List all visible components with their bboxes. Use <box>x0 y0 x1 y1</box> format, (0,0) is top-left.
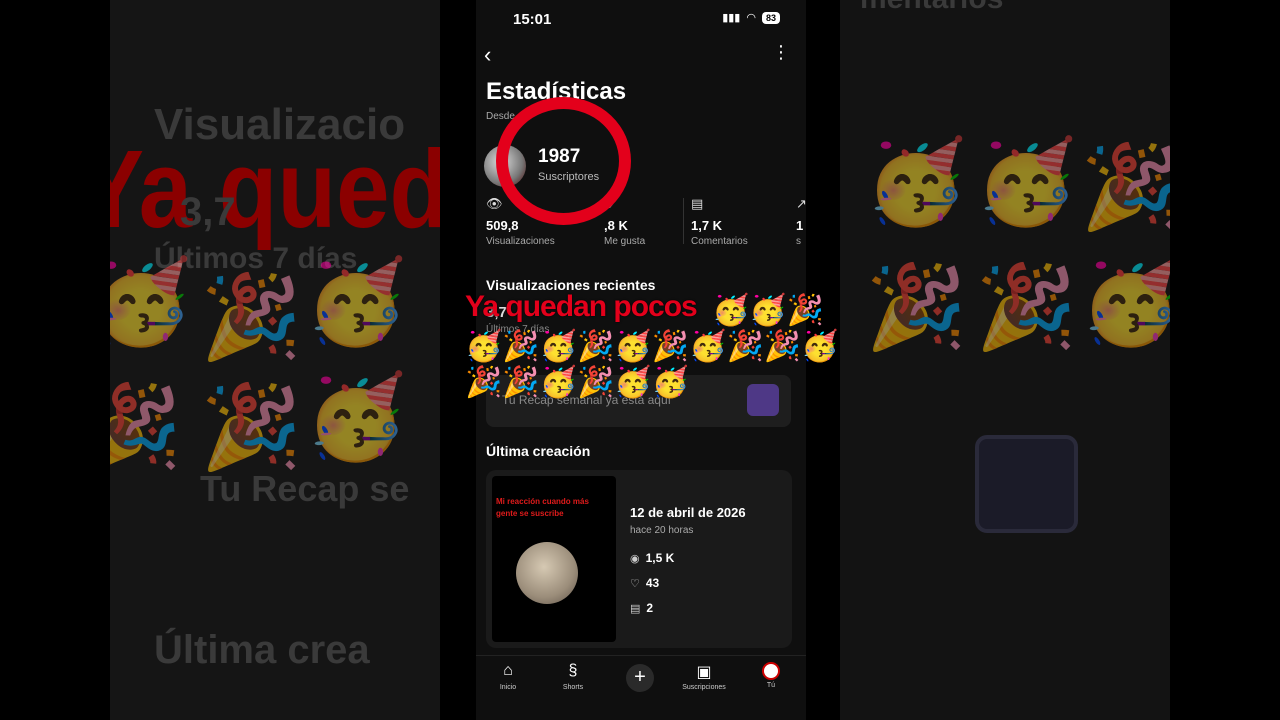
stat-value: 1,7 K <box>691 218 723 233</box>
divider <box>683 198 684 244</box>
bg-overlay-text: Ya qued <box>110 127 440 251</box>
post-views-value: 1,5 K <box>645 551 675 565</box>
battery-icon: 83 <box>761 11 780 24</box>
bg-emoji: 🥳 <box>305 257 408 348</box>
post-likes: ♡ 43 <box>630 576 659 590</box>
home-icon: ⌂ <box>503 662 513 679</box>
status-bar: 15:01 ▮▮▮ ◠ 83 <box>476 0 806 38</box>
post-views: ◉ 1,5 K <box>630 551 674 565</box>
nav-label: Shorts <box>562 684 584 691</box>
wifi-icon: ◠ <box>746 12 756 24</box>
more-options-button[interactable]: ⋮ <box>772 42 790 63</box>
nav-label: Tú <box>766 682 776 689</box>
comment-icon: ▤ <box>630 603 641 615</box>
bg-emoji: 🎉 <box>975 262 1078 353</box>
like-icon: ♡ <box>630 578 640 590</box>
nav-subscriptions[interactable]: ▣ Suscripciones <box>674 662 734 691</box>
eye-icon: ◉ <box>630 553 640 565</box>
bg-emoji: 🎉 <box>200 382 303 473</box>
bg-emoji: 🎉 <box>1080 142 1170 233</box>
nav-label: Inicio <box>499 684 517 691</box>
bottom-navigation: ⌂ Inicio § Shorts + ▣ Suscripciones Tú <box>476 655 806 720</box>
status-time: 15:01 <box>513 11 552 28</box>
video-thumbnail[interactable]: Mi reacción cuando más gente se suscribe <box>492 476 616 642</box>
bg-recap-icon <box>975 435 1078 533</box>
bg-emoji: 🥳 <box>975 137 1078 228</box>
top-bar: ‹ ⋮ <box>476 40 806 68</box>
party-emoji-group: 🥳🎉🥳🎉🥳🎉🥳🎉🎉🥳 <box>465 330 839 363</box>
overlay-caption: Ya quedan pocos <box>465 290 698 323</box>
nav-label: Suscripciones <box>682 684 726 691</box>
bg-emoji: 🎉 <box>865 262 968 353</box>
stat-value: 1 <box>796 218 804 233</box>
bg-emoji: 🥳 <box>305 372 408 463</box>
party-emoji-group: 🥳🥳🎉 <box>712 294 825 327</box>
post-comments-value: 2 <box>646 601 654 615</box>
bg-text-value: 3,7 <box>180 190 236 234</box>
latest-creation-title: Última creación <box>486 443 591 459</box>
stat-shares[interactable]: ↗ 1 s <box>796 196 806 247</box>
shorts-icon: § <box>568 662 578 679</box>
bg-emoji: 🥳 <box>1080 257 1170 348</box>
stat-label: Comentarios <box>691 236 748 247</box>
profile-avatar-icon <box>762 662 780 680</box>
latest-creation-card[interactable]: Mi reacción cuando más gente se suscribe… <box>486 470 792 648</box>
create-button[interactable]: + <box>626 664 654 692</box>
post-time-ago: hace 20 horas <box>630 525 694 536</box>
comment-icon: ▤ <box>691 196 704 211</box>
bg-text-comments: mentarios <box>860 0 1003 16</box>
post-date: 12 de abril de 2026 <box>630 505 746 520</box>
bg-emoji: 🥳 <box>865 137 968 228</box>
hamster-image <box>516 542 578 604</box>
signal-icon: ▮▮▮ <box>722 12 741 24</box>
stat-label: s <box>796 236 801 247</box>
bg-emoji: 🥳 <box>110 257 193 348</box>
highlight-circle <box>496 97 631 225</box>
post-comments: ▤ 2 <box>630 601 653 615</box>
status-icons: ▮▮▮ ◠ 83 <box>722 11 780 24</box>
bg-text-latest: Última crea <box>154 628 370 672</box>
stat-comments[interactable]: ▤ 1,7 K Comentarios <box>691 196 801 247</box>
nav-you[interactable]: Tú <box>741 662 801 689</box>
share-icon: ↗ <box>796 196 806 211</box>
subscriptions-icon: ▣ <box>696 664 712 681</box>
recap-icon <box>747 384 779 416</box>
bg-text-recap: Tu Recap se <box>200 468 410 509</box>
nav-home[interactable]: ⌂ Inicio <box>478 662 538 691</box>
post-likes-value: 43 <box>645 576 660 590</box>
back-button[interactable]: ‹ <box>484 42 491 68</box>
bg-emoji: 🎉 <box>200 272 303 363</box>
background-left-panel: Visualizacio Ya qued 3,7 Últimos 7 días … <box>110 0 440 720</box>
background-right-panel: mentarios 🥳 🥳 🎉 🎉 🎉 🥳 <box>840 0 1170 720</box>
stat-label: Visualizaciones <box>486 236 555 247</box>
nav-shorts[interactable]: § Shorts <box>543 662 603 691</box>
party-emoji-group: 🎉🎉🥳🎉🥳🥳 <box>465 366 690 399</box>
thumbnail-caption: Mi reacción cuando más gente se suscribe <box>496 497 589 518</box>
bg-emoji: 🎉 <box>110 382 183 473</box>
